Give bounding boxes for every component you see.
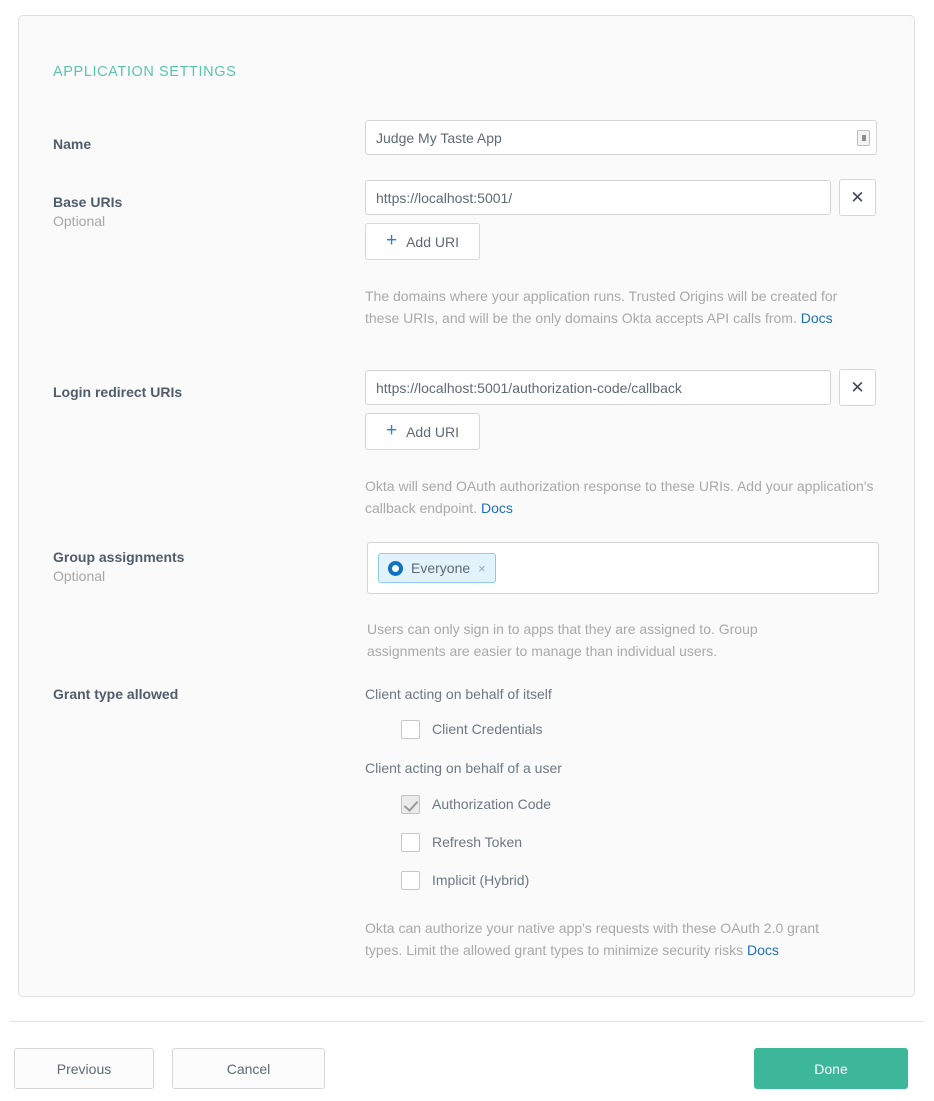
- login-redirect-label-col: Login redirect URIs: [53, 383, 353, 401]
- base-uris-control-col: https://localhost:5001/ ✕ + Add URI The …: [365, 179, 876, 329]
- grant-group-title-self: Client acting on behalf of itself: [365, 686, 552, 702]
- checkbox-label-refresh-token: Refresh Token: [432, 834, 523, 850]
- group-assignments-box[interactable]: Everyone ×: [367, 542, 879, 594]
- checkbox-label-implicit-hybrid: Implicit (Hybrid): [432, 872, 530, 888]
- group-assignments-label: Group assignments: [53, 549, 185, 565]
- login-redirect-help-body: Okta will send OAuth authorization respo…: [365, 478, 874, 516]
- resize-handle-icon[interactable]: [857, 129, 870, 146]
- name-input[interactable]: Judge My Taste App: [365, 120, 877, 155]
- name-control-col: Judge My Taste App: [365, 120, 877, 155]
- checkbox-label-authorization-code: Authorization Code: [432, 796, 552, 812]
- base-uris-optional-label: Optional: [53, 213, 106, 229]
- base-uris-label: Base URIs: [53, 194, 123, 210]
- name-label: Name: [53, 136, 92, 152]
- base-uri-input[interactable]: https://localhost:5001/: [365, 180, 831, 215]
- base-uri-remove-button[interactable]: ✕: [839, 179, 876, 216]
- login-redirect-uri-input-row: https://localhost:5001/authorization-cod…: [365, 369, 876, 406]
- plus-icon: +: [385, 420, 398, 441]
- base-uri-add-label: Add URI: [406, 233, 460, 250]
- grant-option-refresh-token[interactable]: Refresh Token: [401, 827, 855, 857]
- grant-option-authorization-code[interactable]: Authorization Code: [401, 789, 855, 819]
- grant-option-client-credentials[interactable]: Client Credentials: [401, 714, 855, 744]
- footer-actions: Previous Cancel Done: [0, 1048, 934, 1090]
- previous-button[interactable]: Previous: [14, 1048, 154, 1089]
- okta-group-icon: [388, 560, 403, 576]
- login-redirect-control-col: https://localhost:5001/authorization-cod…: [365, 369, 876, 519]
- section-title: APPLICATION SETTINGS: [53, 64, 237, 80]
- done-button[interactable]: Done: [754, 1048, 908, 1089]
- base-uri-input-row: https://localhost:5001/ ✕: [365, 179, 876, 216]
- login-redirect-uris-label: Login redirect URIs: [53, 384, 183, 400]
- checkbox-authorization-code[interactable]: [401, 794, 420, 814]
- login-redirect-uris-help-text: Okta will send OAuth authorization respo…: [365, 475, 875, 519]
- base-uris-help-text: The domains where your application runs.…: [365, 285, 875, 329]
- checkbox-implicit-hybrid[interactable]: [401, 870, 420, 890]
- grant-type-help-text: Okta can authorize your native app's req…: [365, 917, 855, 961]
- group-assignments-label-col: Group assignments Optional: [53, 548, 353, 586]
- checkbox-label-client-credentials: Client Credentials: [432, 721, 543, 737]
- name-input-wrap: Judge My Taste App: [365, 120, 877, 155]
- group-assignments-control-col: Everyone × Users can only sign in to app…: [367, 528, 879, 662]
- login-redirect-uri-remove-button[interactable]: ✕: [839, 369, 876, 406]
- grant-type-docs-link[interactable]: Docs: [747, 942, 779, 958]
- base-uris-label-col: Base URIs Optional: [53, 193, 353, 231]
- plus-icon: +: [385, 230, 398, 251]
- grant-group-title-user: Client acting on behalf of a user: [365, 760, 562, 776]
- group-chip-label: Everyone: [411, 560, 471, 576]
- application-settings-card: APPLICATION SETTINGS Name Judge My Taste…: [18, 15, 915, 997]
- grant-type-control-col: Client acting on behalf of itself Client…: [365, 671, 855, 961]
- group-chip-everyone[interactable]: Everyone ×: [378, 553, 496, 583]
- checkbox-refresh-token[interactable]: [401, 832, 420, 852]
- group-chip-remove-icon[interactable]: ×: [478, 562, 486, 575]
- grant-type-label-col: Grant type allowed: [53, 685, 353, 703]
- checkbox-client-credentials[interactable]: [401, 719, 420, 739]
- login-redirect-uri-input[interactable]: https://localhost:5001/authorization-cod…: [365, 370, 831, 405]
- group-assignments-help-text: Users can only sign in to apps that they…: [367, 621, 758, 659]
- grant-option-implicit-hybrid[interactable]: Implicit (Hybrid): [401, 865, 855, 895]
- base-uris-help-body: The domains where your application runs.…: [365, 288, 838, 326]
- grant-type-label: Grant type allowed: [53, 686, 179, 702]
- name-label-col: Name: [53, 135, 353, 153]
- footer-divider: [10, 1021, 924, 1022]
- base-uris-docs-link[interactable]: Docs: [801, 310, 833, 326]
- login-redirect-uri-add-label: Add URI: [406, 423, 460, 440]
- login-redirect-uri-add-button[interactable]: + Add URI: [365, 413, 480, 450]
- base-uri-add-button[interactable]: + Add URI: [365, 223, 480, 260]
- cancel-button[interactable]: Cancel: [172, 1048, 325, 1089]
- group-assignments-optional-label: Optional: [53, 568, 106, 584]
- login-redirect-docs-link[interactable]: Docs: [481, 500, 513, 516]
